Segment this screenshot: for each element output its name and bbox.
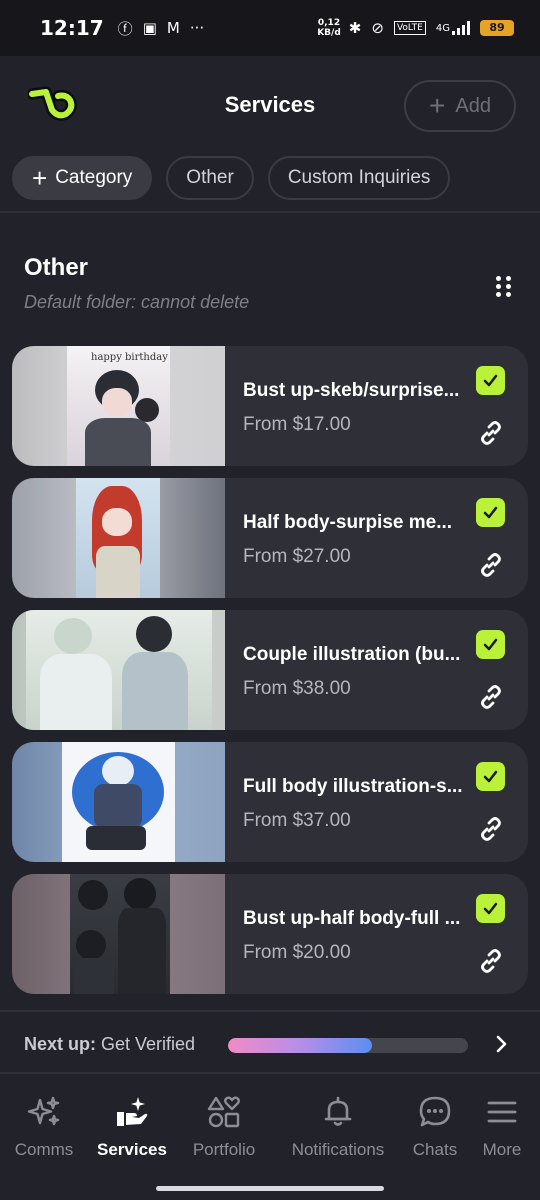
nav-label: Notifications: [291, 1140, 385, 1159]
service-card[interactable]: Half body-surpise me... From $27.00: [12, 478, 528, 598]
net-speed-value: 0,12: [317, 18, 341, 28]
service-name: Full body illustration-s...: [243, 776, 463, 797]
nav-label: Chats: [412, 1140, 458, 1159]
chat-bubble-icon: [419, 1096, 451, 1127]
nav-comms[interactable]: Comms: [0, 1094, 94, 1160]
nav-portfolio[interactable]: Portfolio: [174, 1094, 274, 1160]
divider: [0, 211, 540, 213]
service-name: Half body-surpise me...: [243, 512, 453, 533]
next-up-value: Get Verified: [101, 1034, 196, 1054]
net-speed-unit: KB/d: [317, 28, 341, 38]
enabled-checkbox[interactable]: [476, 630, 505, 659]
shapes-icon: [207, 1096, 240, 1128]
volte-icon: VoLTE: [393, 21, 426, 35]
service-thumbnail: happy birthday: [12, 346, 225, 466]
progress-fill: [228, 1038, 372, 1053]
service-name: Couple illustration (bu...: [243, 644, 461, 665]
service-price: From $20.00: [243, 942, 351, 963]
verification-progress-bar: [228, 1038, 468, 1053]
hamburger-menu-icon: [487, 1101, 517, 1123]
plus-icon: +: [32, 162, 48, 193]
check-icon: [483, 374, 498, 387]
enabled-checkbox[interactable]: [476, 762, 505, 791]
nav-services[interactable]: Services: [82, 1094, 182, 1160]
nav-label: More: [482, 1140, 522, 1159]
category-chips: + Category Other Custom Inquiries: [12, 156, 451, 202]
link-icon[interactable]: [478, 684, 504, 710]
net-speed: 0,12 KB/d: [317, 18, 341, 38]
more-notifications-icon: ···: [189, 19, 205, 37]
check-icon: [483, 638, 498, 651]
check-icon: [483, 902, 498, 915]
folder-subtitle: Default folder: cannot delete: [24, 292, 250, 312]
service-price: From $27.00: [243, 546, 351, 567]
chip-custom-inquiries[interactable]: Custom Inquiries: [267, 156, 451, 200]
check-icon: [483, 770, 498, 783]
next-up-banner[interactable]: Next up: Get Verified: [24, 1034, 195, 1055]
service-thumbnail: [12, 610, 225, 730]
service-name: Bust up-skeb/surprise...: [243, 380, 460, 401]
drag-handle-icon[interactable]: [494, 274, 514, 300]
add-service-button[interactable]: + Add: [404, 80, 516, 132]
divider: [0, 1072, 540, 1074]
service-price: From $37.00: [243, 810, 351, 831]
service-thumbnail: [12, 742, 225, 862]
bell-icon: [324, 1096, 352, 1126]
enabled-checkbox[interactable]: [476, 366, 505, 395]
add-category-label: Category: [55, 167, 133, 188]
next-up-label: Next up:: [24, 1034, 96, 1054]
plus-icon: +: [429, 90, 446, 121]
service-card[interactable]: happy birthday Bust up-skeb/surprise... …: [12, 346, 528, 466]
chip-other[interactable]: Other: [166, 156, 254, 200]
status-time: 12:17: [40, 16, 104, 40]
network-type: 4G: [435, 22, 450, 34]
service-name: Bust up-half body-full ...: [243, 908, 461, 929]
bottom-nav: Comms Services Portfolio Notifications C…: [0, 1076, 540, 1200]
enabled-checkbox[interactable]: [476, 894, 505, 923]
gmail-icon: M: [166, 19, 180, 37]
battery-saver-icon: ▣: [142, 19, 157, 37]
link-icon[interactable]: [478, 948, 504, 974]
service-price: From $17.00: [243, 414, 351, 435]
service-card[interactable]: Full body illustration-s... From $37.00: [12, 742, 528, 862]
signal-icon: [452, 21, 470, 35]
service-price: From $38.00: [243, 678, 351, 699]
add-button-label: Add: [455, 94, 491, 117]
link-icon[interactable]: [478, 816, 504, 842]
folder-title: Other: [24, 254, 89, 281]
link-icon[interactable]: [478, 552, 504, 578]
app-header: Services + Add: [0, 56, 540, 156]
battery-icon: 89: [480, 20, 514, 36]
nav-label: Portfolio: [192, 1140, 256, 1159]
bluetooth-icon: ✱: [348, 19, 362, 37]
home-indicator[interactable]: [156, 1186, 384, 1191]
nav-label: Services: [97, 1140, 167, 1159]
nav-notifications[interactable]: Notifications: [288, 1094, 388, 1160]
service-thumbnail: [12, 478, 225, 598]
sparkles-icon: [27, 1096, 60, 1126]
facebook-icon: ⓕ: [117, 19, 133, 38]
thumbnail-caption: happy birthday: [91, 352, 168, 363]
nav-label: Comms: [14, 1140, 74, 1159]
link-icon[interactable]: [478, 420, 504, 446]
service-thumbnail: [12, 874, 225, 994]
services-hand-icon: [117, 1097, 148, 1126]
add-category-button[interactable]: + Category: [12, 156, 153, 200]
divider: [0, 1010, 540, 1012]
enabled-checkbox[interactable]: [476, 498, 505, 527]
nav-more[interactable]: More: [452, 1094, 540, 1160]
service-card[interactable]: Couple illustration (bu... From $38.00: [12, 610, 528, 730]
mute-icon: ⊘: [371, 19, 384, 37]
chevron-right-icon[interactable]: [492, 1034, 510, 1054]
status-bar: 12:17 ⓕ ▣ M ··· 0,12 KB/d ✱ ⊘ VoLTE 4G 8…: [0, 0, 540, 56]
service-card[interactable]: Bust up-half body-full ... From $20.00: [12, 874, 528, 994]
check-icon: [483, 506, 498, 519]
